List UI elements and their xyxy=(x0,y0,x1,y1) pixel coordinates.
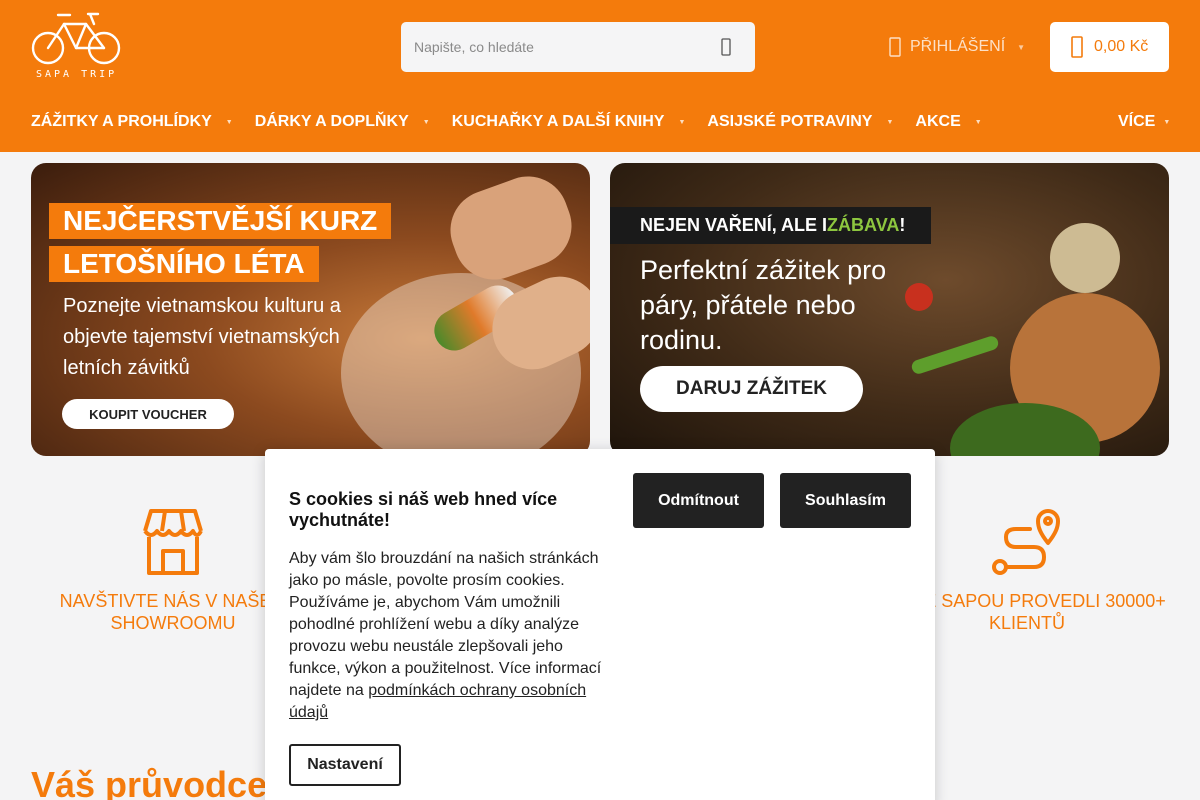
cart-button[interactable]: 0,00 Kč xyxy=(1050,22,1169,72)
banner-tagline: NEJEN VAŘENÍ, ALE I ZÁBAVA! xyxy=(610,207,931,244)
banner-text: Perfektní zážitek pro páry, přátele nebo… xyxy=(640,255,887,355)
chevron-down-icon: ▼ xyxy=(1163,118,1171,126)
buy-voucher-button[interactable]: KOUPIT VOUCHER xyxy=(62,399,234,429)
route-icon xyxy=(992,509,1060,575)
nav-item-zazitky[interactable]: ZÁŽITKY A PROHLÍDKY ▼ xyxy=(31,113,233,131)
nav-item-kucharky[interactable]: KUCHAŘKY A DALŠÍ KNIHY ▼ xyxy=(452,113,686,131)
chevron-down-icon: ▼ xyxy=(678,118,686,126)
chevron-down-icon: ▼ xyxy=(974,118,982,126)
nav-item-darky[interactable]: DÁRKY A DOPLŇKY ▼ xyxy=(255,113,430,131)
nav-item-akce[interactable]: AKCE ▼ xyxy=(915,113,981,131)
cookie-dialog: S cookies si náš web hned více vychutnát… xyxy=(265,449,935,800)
store-icon xyxy=(143,509,203,575)
cookie-text: Aby vám šlo brouzdání na našich stránkác… xyxy=(289,548,607,724)
tagline-highlight: ZÁBAVA xyxy=(827,215,900,235)
nav-item-label: DÁRKY A DOPLŇKY xyxy=(254,113,409,130)
tagline-text: NEJEN VAŘENÍ, ALE I xyxy=(640,215,828,235)
search-icon[interactable] xyxy=(709,22,743,72)
banner-headline: LETOŠNÍHO LÉTA xyxy=(49,246,319,282)
chevron-down-icon: ▼ xyxy=(422,118,430,126)
tomato-image xyxy=(905,283,933,311)
logo[interactable]: SAPA TRIP xyxy=(30,10,125,85)
chevron-down-icon: ▼ xyxy=(225,118,233,126)
tagline-end: ! xyxy=(899,215,906,235)
search-input[interactable] xyxy=(401,22,701,72)
reject-button[interactable]: Odmítnout xyxy=(633,473,764,528)
chevron-down-icon: ▼ xyxy=(886,118,894,126)
banner-course[interactable]: NEJČERSTVĚJŠÍ KURZ LETOŠNÍHO LÉTA Poznej… xyxy=(31,163,590,456)
nav-item-label: KUCHAŘKY A DALŠÍ KNIHY xyxy=(451,113,665,130)
banner-text: Poznejte vietnamskou kulturu a objevte t… xyxy=(63,295,341,379)
main-nav: ZÁŽITKY A PROHLÍDKY ▼ DÁRKY A DOPLŇKY ▼ KU… xyxy=(31,104,1004,140)
nav-item-label: ZÁŽITKY A PROHLÍDKY xyxy=(31,113,212,130)
login-label: PŘIHLÁŠENÍ xyxy=(910,38,1006,55)
fan-image xyxy=(1050,223,1120,293)
cookie-body: Aby vám šlo brouzdání na našich stránkác… xyxy=(289,550,602,699)
banner-gift[interactable]: NEJEN VAŘENÍ, ALE I ZÁBAVA! Perfektní zá… xyxy=(610,163,1169,456)
nav-item-label: ASIJSKÉ POTRAVINY xyxy=(707,113,873,130)
logo-text: SAPA TRIP xyxy=(36,69,118,80)
site-header: SAPA TRIP PŘIHLÁŠENÍ ▼ 0,00 Kč ZÁŽITKY A… xyxy=(0,0,1200,152)
section-title: Váš průvodce xyxy=(31,764,268,800)
nav-more-label: VÍCE xyxy=(1118,113,1156,130)
cart-icon xyxy=(1071,36,1083,58)
nav-item-potraviny[interactable]: ASIJSKÉ POTRAVINY ▼ xyxy=(707,113,893,131)
banner-headline: NEJČERSTVĚJŠÍ KURZ xyxy=(49,203,392,239)
cart-total: 0,00 Kč xyxy=(1094,38,1149,55)
chevron-down-icon: ▼ xyxy=(1017,42,1026,52)
cookie-title: S cookies si náš web hned více vychutnát… xyxy=(289,489,558,530)
bicycle-logo-icon xyxy=(31,12,121,65)
okra-image xyxy=(910,334,1000,376)
settings-button[interactable]: Nastavení xyxy=(289,744,401,786)
gift-experience-button[interactable]: DARUJ ZÁŽITEK xyxy=(640,366,863,412)
user-icon xyxy=(889,37,901,57)
nav-item-more[interactable]: VÍCE ▼ xyxy=(1118,104,1170,140)
hand-image xyxy=(439,165,583,291)
nav-item-label: AKCE xyxy=(915,113,961,130)
search-box xyxy=(401,22,755,72)
accept-button[interactable]: Souhlasím xyxy=(780,473,911,528)
login-link[interactable]: PŘIHLÁŠENÍ ▼ xyxy=(888,22,1025,72)
